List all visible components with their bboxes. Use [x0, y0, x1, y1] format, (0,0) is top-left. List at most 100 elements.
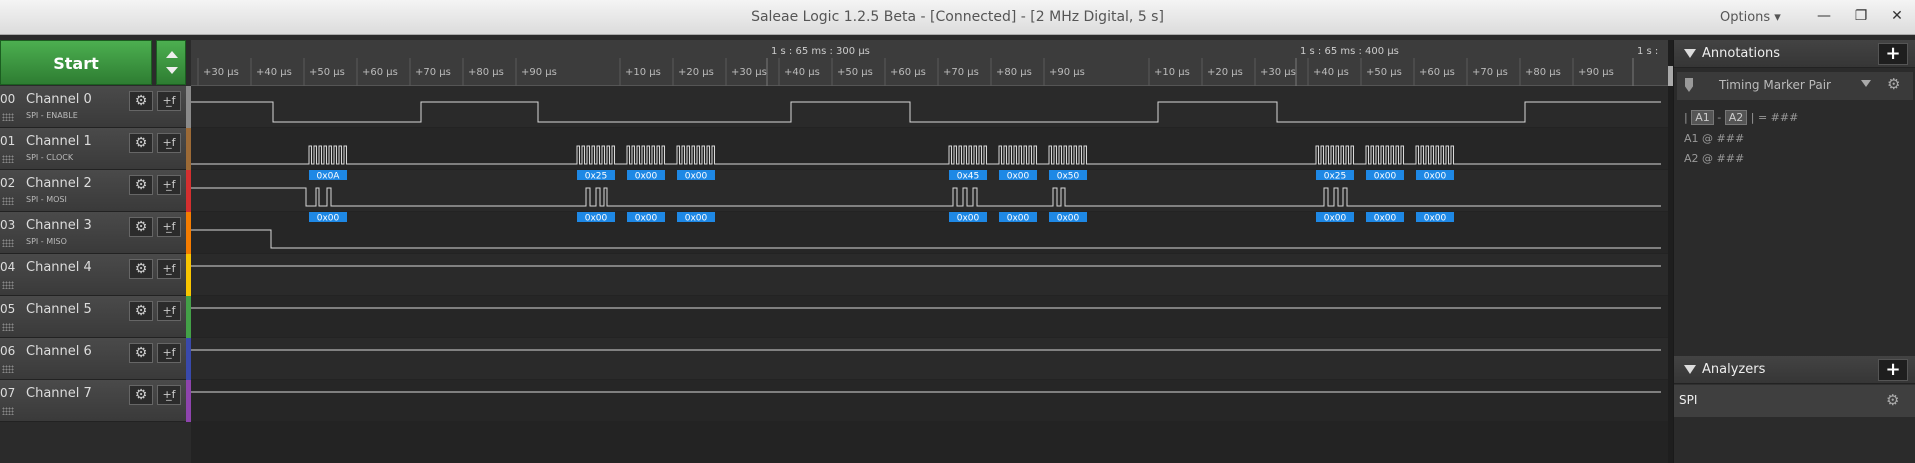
analyzers-header[interactable]: Analyzers +	[1674, 356, 1915, 384]
channel-analyzer-label: SPI - MOSI	[26, 195, 67, 204]
clock-decode-label: 0x25	[585, 172, 608, 182]
channel-color-strip	[186, 170, 191, 212]
gear-icon[interactable]: ⚙	[129, 175, 153, 195]
timeline-svg: 1 s : 65 ms : 300 μs 1 s : 65 ms : 400 μs…	[197, 46, 1658, 86]
maximize-icon[interactable]: ❐	[1847, 4, 1875, 28]
channel-row-01[interactable]: 01 Channel 1 SPI - CLOCK ⚙ +̲f	[0, 128, 186, 170]
channel-color-strip	[186, 254, 191, 296]
channel-name[interactable]: Channel 3	[26, 218, 92, 233]
timeline-minor-label: +80 μs	[1525, 67, 1561, 78]
timeline-minor-label: +90 μs	[1578, 67, 1614, 78]
analyzer-item-spi[interactable]: SPI ⚙	[1674, 385, 1915, 417]
gear-icon[interactable]: ⚙	[129, 301, 153, 321]
channel-name[interactable]: Channel 5	[26, 302, 92, 317]
drag-handle-icon[interactable]	[2, 239, 14, 247]
clock-decode-label: 0x25	[1324, 172, 1347, 182]
drag-handle-icon[interactable]	[2, 197, 14, 205]
collapse-triangle-icon[interactable]	[1684, 49, 1696, 58]
gear-icon[interactable]: ⚙	[129, 343, 153, 363]
timeline-minor-label: +80 μs	[468, 67, 504, 78]
timeline-minor-label: +10 μs	[625, 67, 661, 78]
gear-icon[interactable]: ⚙	[1886, 391, 1899, 409]
channel-name[interactable]: Channel 6	[26, 344, 92, 359]
trigger-icon[interactable]: +̲f	[157, 217, 181, 237]
timeline-ruler[interactable]: 1 s : 65 ms : 300 μs 1 s : 65 ms : 400 μs…	[191, 40, 1668, 86]
timeline-minor-label: +70 μs	[415, 67, 451, 78]
timeline-minor-label: +70 μs	[1472, 67, 1508, 78]
drag-handle-icon[interactable]	[2, 113, 14, 121]
channel-row-05[interactable]: 05 Channel 5 ⚙ +̲f	[0, 296, 186, 338]
channel-row-07[interactable]: 07 Channel 7 ⚙ +̲f	[0, 380, 186, 422]
gear-icon[interactable]: ⚙	[1887, 75, 1900, 93]
start-options-button[interactable]	[156, 40, 186, 85]
timeline-minor-label: +30 μs	[1260, 67, 1296, 78]
channel-name[interactable]: Channel 7	[26, 386, 92, 401]
trigger-icon[interactable]: +̲f	[157, 133, 181, 153]
drag-handle-icon[interactable]	[2, 407, 14, 415]
delta-value: | = ###	[1750, 111, 1799, 124]
timeline-minor-label: +20 μs	[678, 67, 714, 78]
drag-handle-icon[interactable]	[2, 365, 14, 373]
trigger-icon[interactable]: +̲f	[157, 301, 181, 321]
clock-decode-label: 0x00	[635, 172, 658, 182]
channel-name[interactable]: Channel 2	[26, 176, 92, 191]
timeline-major-label: 1 s : 65 ms : 400 μs	[1300, 46, 1399, 57]
mosi-decode-label: 0x00	[1424, 214, 1447, 224]
drag-handle-icon[interactable]	[2, 155, 14, 163]
channel-row-03[interactable]: 03 Channel 3 SPI - MISO ⚙ +̲f	[0, 212, 186, 254]
channel-row-06[interactable]: 06 Channel 6 ⚙ +̲f	[0, 338, 186, 380]
channel-name[interactable]: Channel 0	[26, 92, 92, 107]
close-icon[interactable]: ✕	[1883, 4, 1911, 28]
gear-icon[interactable]: ⚙	[129, 385, 153, 405]
clock-decode-label: 0x00	[1007, 172, 1030, 182]
analyzer-name: SPI	[1679, 393, 1698, 407]
channel-row-00[interactable]: 00 Channel 0 SPI - ENABLE ⚙ +̲f	[0, 86, 186, 128]
chevron-down-icon[interactable]	[1861, 80, 1871, 87]
timeline-minor-label: +90 μs	[521, 67, 557, 78]
drag-handle-icon[interactable]	[2, 281, 14, 289]
mosi-decode-label: 0x00	[1007, 214, 1030, 224]
trigger-icon[interactable]: +̲f	[157, 91, 181, 111]
channel-name[interactable]: Channel 1	[26, 134, 92, 149]
channel-row-02[interactable]: 02 Channel 2 SPI - MOSI ⚙ +̲f	[0, 170, 186, 212]
gear-icon[interactable]: ⚙	[129, 91, 153, 111]
channel-number: 04	[0, 260, 16, 274]
timing-marker-row[interactable]: Timing Marker Pair ⚙	[1677, 72, 1913, 100]
add-annotation-button[interactable]: +	[1878, 43, 1908, 65]
mosi-decode-label: 0x00	[317, 214, 340, 224]
clock-decode-label: 0x45	[957, 172, 980, 182]
a2-button[interactable]: A2	[1724, 110, 1748, 125]
trigger-icon[interactable]: +̲f	[157, 259, 181, 279]
minimize-icon[interactable]: —	[1810, 4, 1838, 28]
trigger-icon[interactable]: +̲f	[157, 343, 181, 363]
gear-icon[interactable]: ⚙	[129, 259, 153, 279]
clock-decode-label: 0x00	[1374, 172, 1397, 182]
channel-analyzer-label: SPI - CLOCK	[26, 153, 74, 162]
gear-icon[interactable]: ⚙	[129, 133, 153, 153]
waveform-area[interactable]: 0x0A 0x25 0x00 0x00 0x45 0x00 0x50 0x25 0x00 0x00…	[191, 86, 1668, 463]
channel-number: 07	[0, 386, 16, 400]
drag-handle-icon[interactable]	[2, 323, 14, 331]
timeline-minor-label: +50 μs	[837, 67, 873, 78]
timeline-minor-label: +50 μs	[1366, 67, 1402, 78]
channel-color-strip	[186, 338, 191, 380]
channel-name[interactable]: Channel 4	[26, 260, 92, 275]
mosi-decode-label: 0x00	[585, 214, 608, 224]
channel-color-strip	[186, 296, 191, 338]
gear-icon[interactable]: ⚙	[129, 217, 153, 237]
add-analyzer-button[interactable]: +	[1878, 359, 1908, 381]
annotations-header[interactable]: Annotations +	[1674, 40, 1915, 68]
start-button[interactable]: Start	[0, 40, 152, 85]
options-button[interactable]: Options ▾	[1720, 7, 1781, 29]
channel-row-04[interactable]: 04 Channel 4 ⚙ +̲f	[0, 254, 186, 296]
marker-name: Timing Marker Pair	[1719, 78, 1831, 92]
mosi-decode-label: 0x00	[635, 214, 658, 224]
title-bar: Saleae Logic 1.2.5 Beta - [Connected] - …	[0, 0, 1915, 35]
a1-button[interactable]: A1	[1691, 110, 1714, 125]
channel-list: 00 Channel 0 SPI - ENABLE ⚙ +̲f 01 Channel 1 SP…	[0, 86, 186, 424]
trigger-icon[interactable]: +̲f	[157, 175, 181, 195]
channel-track	[191, 254, 1668, 295]
a2-value: @ ###	[1702, 152, 1745, 165]
trigger-icon[interactable]: +̲f	[157, 385, 181, 405]
collapse-triangle-icon[interactable]	[1684, 365, 1696, 374]
